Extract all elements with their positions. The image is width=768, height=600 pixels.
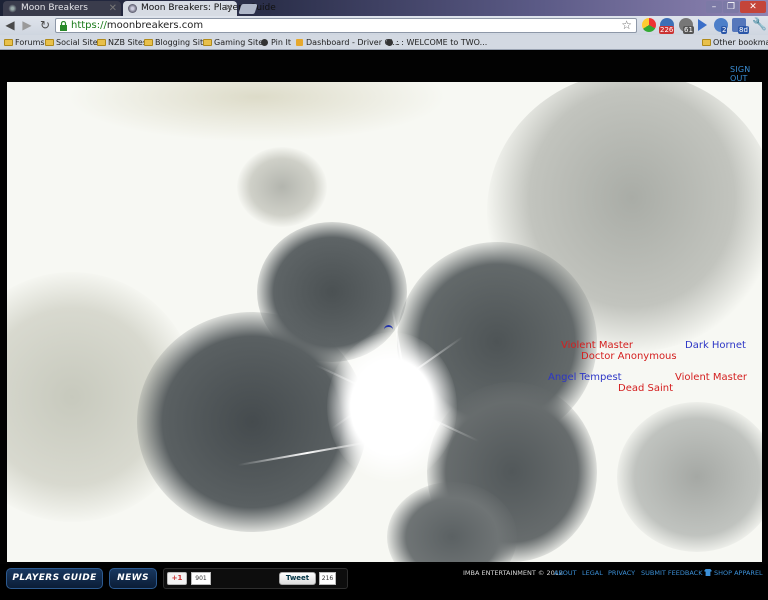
- ship-marker-icon[interactable]: [384, 325, 393, 334]
- fog-cloud: [237, 147, 327, 227]
- globe-icon: [386, 39, 393, 46]
- privacy-link[interactable]: PRIVACY: [608, 569, 635, 577]
- social-share-box: +1 901 Tweet 216: [163, 568, 348, 589]
- new-tab-button[interactable]: [238, 4, 258, 14]
- folder-icon: [45, 39, 54, 46]
- players-guide-button[interactable]: PLAYERS GUIDE: [6, 568, 103, 589]
- game-map-canvas[interactable]: Violent Master Dark Hornet Doctor Anonym…: [7, 82, 762, 562]
- bookmark-blogging-sites[interactable]: Blogging Sites: [144, 35, 212, 50]
- fog-cloud: [67, 82, 447, 142]
- player-name: Dark Hornet: [685, 340, 746, 351]
- folder-icon: [97, 39, 106, 46]
- submit-feedback-link[interactable]: SUBMIT FEEDBACK: [641, 569, 702, 577]
- tab-players-guide[interactable]: Moon Breakers: Players Guide ✕: [123, 1, 276, 16]
- copyright-text: IMBA ENTERTAINMENT © 2012: [463, 569, 564, 577]
- pin-icon: [261, 39, 268, 46]
- folder-icon: [203, 39, 212, 46]
- bookmark-forums[interactable]: Forums: [4, 35, 45, 50]
- chat-count-badge: 2: [721, 26, 728, 34]
- bookmark-pin-it[interactable]: Pin It: [260, 35, 291, 50]
- bookmark-welcome[interactable]: : : WELCOME to TWO...: [385, 35, 487, 50]
- tab-label: Moon Breakers: [21, 3, 88, 13]
- tweet-button[interactable]: Tweet: [279, 572, 316, 585]
- maximize-button[interactable]: ❐: [723, 1, 739, 13]
- play-extension-icon[interactable]: [698, 19, 707, 31]
- moonbreakers-favicon-icon: [8, 4, 17, 13]
- bookmark-star-icon[interactable]: ☆: [621, 18, 632, 32]
- url-text: https://moonbreakers.com: [71, 20, 204, 31]
- reload-icon[interactable]: ↻: [38, 18, 52, 32]
- moonbreakers-favicon-icon: [128, 4, 137, 13]
- calendar-count-badge: 8d: [738, 26, 749, 34]
- lock-icon: [60, 21, 67, 31]
- bookmark-social-sites[interactable]: Social Sites: [45, 35, 102, 50]
- about-link[interactable]: ABOUT: [554, 569, 577, 577]
- player-name: Violent Master: [675, 372, 748, 383]
- forward-arrow-icon[interactable]: ▶: [20, 18, 34, 32]
- player-name: Dead Saint: [618, 383, 674, 394]
- bookmark-gaming-sites[interactable]: Gaming Sites: [203, 35, 267, 50]
- browser-toolbar: ◀ ▶ ↻ https://moonbreakers.com ☆ 226 61 …: [0, 16, 768, 35]
- sign-out-link[interactable]: SIGN OUT: [730, 65, 768, 83]
- close-icon[interactable]: ✕: [109, 1, 117, 16]
- browser-titlebar: Moon Breakers ✕ Moon Breakers: Players G…: [0, 0, 768, 16]
- legal-link[interactable]: LEGAL: [582, 569, 603, 577]
- footer-bar: PLAYERS GUIDE NEWS +1 901 Tweet 216 IMBA…: [0, 564, 768, 600]
- window-close-button[interactable]: ✕: [740, 1, 766, 13]
- chrome-extension-icon[interactable]: [642, 18, 656, 32]
- close-icon[interactable]: ✕: [225, 1, 233, 16]
- fog-cloud: [617, 402, 762, 552]
- news-button[interactable]: NEWS: [109, 568, 157, 589]
- bookmark-other[interactable]: Other bookmarks: [702, 35, 768, 50]
- page: SIGN OUT Violent Master Dark Hornet Doct…: [0, 51, 768, 600]
- folder-icon: [144, 39, 153, 46]
- google-plus-count: 901: [191, 572, 211, 585]
- minimize-button[interactable]: –: [706, 1, 722, 13]
- folder-icon: [702, 39, 711, 46]
- folder-icon: [4, 39, 13, 46]
- google-plus-button[interactable]: +1: [167, 572, 187, 585]
- shop-apparel-link[interactable]: SHOP APPAREL: [714, 569, 763, 577]
- back-arrow-icon[interactable]: ◀: [3, 18, 17, 32]
- bookmark-nzb-sites[interactable]: NZB Sites: [97, 35, 147, 50]
- player-name: Doctor Anonymous: [581, 351, 677, 362]
- gear-count-badge: 61: [683, 26, 694, 34]
- shirt-icon: [704, 569, 712, 576]
- tweet-count: 216: [319, 572, 336, 585]
- mail-count-badge: 226: [659, 26, 675, 34]
- bookmarks-bar: Forums Social Sites NZB Sites Blogging S…: [0, 35, 768, 50]
- player-name: Angel Tempest: [548, 372, 622, 383]
- tab-moon-breakers[interactable]: Moon Breakers ✕: [3, 1, 121, 16]
- dashboard-icon: [296, 39, 303, 46]
- wrench-icon[interactable]: 🔧: [752, 17, 767, 31]
- address-bar[interactable]: https://moonbreakers.com ☆: [55, 18, 637, 33]
